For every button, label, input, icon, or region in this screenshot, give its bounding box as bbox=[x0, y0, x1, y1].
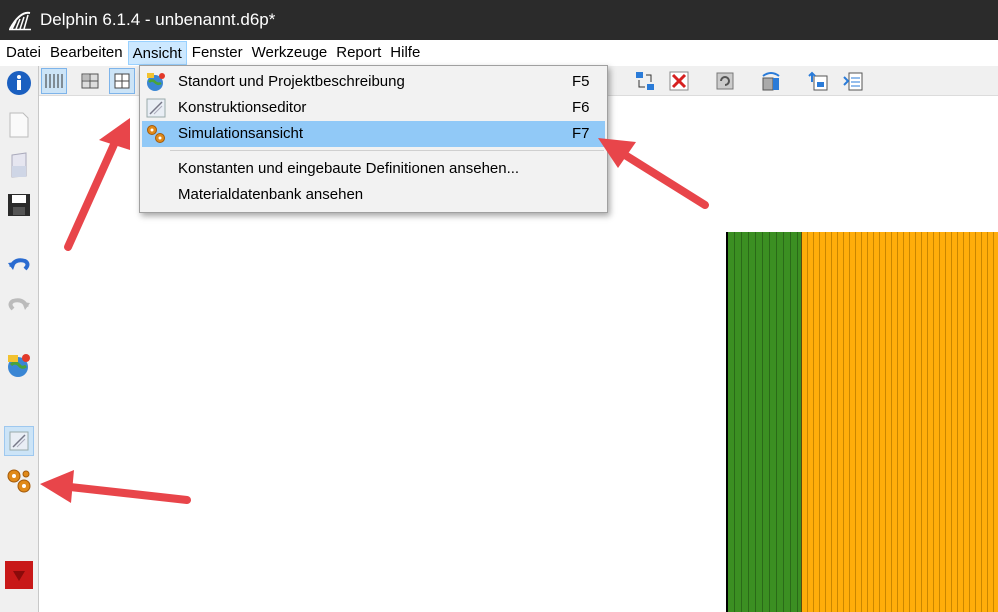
gears-icon bbox=[147, 125, 165, 143]
menu-item-label: Simulationsansicht bbox=[178, 125, 304, 142]
delphin-logo-icon bbox=[8, 9, 32, 31]
redo-icon[interactable] bbox=[4, 290, 34, 320]
stop-icon[interactable] bbox=[4, 560, 34, 590]
menu-item-construction-editor[interactable]: Konstruktionseditor F6 bbox=[142, 95, 605, 121]
info-icon[interactable] bbox=[4, 68, 34, 98]
save-icon[interactable] bbox=[4, 190, 34, 220]
material-layer-orange[interactable] bbox=[801, 232, 998, 612]
construction-editor-icon[interactable] bbox=[4, 426, 34, 456]
menu-item-simulation-view[interactable]: Simulationsansicht F7 bbox=[142, 121, 605, 147]
construction-editor-icon bbox=[146, 98, 166, 118]
menu-datei[interactable]: Datei bbox=[2, 41, 45, 65]
globe-location-icon bbox=[147, 73, 165, 91]
undo-icon[interactable] bbox=[4, 250, 34, 280]
grid-lines-icon[interactable] bbox=[41, 68, 67, 94]
shortcut-label: F6 bbox=[572, 99, 590, 116]
menu-ansicht[interactable]: Ansicht bbox=[127, 41, 187, 65]
menu-werkzeuge[interactable]: Werkzeuge bbox=[248, 41, 332, 65]
new-file-icon[interactable] bbox=[4, 110, 34, 140]
material-assign-icon[interactable] bbox=[758, 68, 784, 94]
export-icon[interactable] bbox=[806, 68, 832, 94]
refresh-icon[interactable] bbox=[712, 68, 738, 94]
shortcut-label: F7 bbox=[572, 125, 590, 142]
menu-item-label: Materialdatenbank ansehen bbox=[178, 186, 364, 203]
menu-item-location-description[interactable]: Standort und Projektbeschreibung F5 bbox=[142, 69, 605, 95]
menu-bearbeiten[interactable]: Bearbeiten bbox=[46, 41, 127, 65]
menu-item-label: Konstruktionseditor bbox=[178, 99, 307, 116]
open-file-icon[interactable] bbox=[4, 150, 34, 180]
view-menu-dropdown: Standort und Projektbeschreibung F5 Kons… bbox=[139, 65, 608, 213]
menu-fenster[interactable]: Fenster bbox=[188, 41, 247, 65]
menu-hilfe[interactable]: Hilfe bbox=[386, 41, 424, 65]
grid-cells-icon[interactable] bbox=[77, 68, 103, 94]
menu-bar: Datei Bearbeiten Ansicht Fenster Werkzeu… bbox=[0, 40, 998, 66]
assign-grid-icon[interactable] bbox=[632, 68, 658, 94]
construction-view[interactable] bbox=[726, 232, 998, 612]
simulation-gears-icon[interactable] bbox=[4, 466, 34, 496]
menu-item-material-database[interactable]: Materialdatenbank ansehen bbox=[142, 182, 605, 208]
location-globe-icon[interactable] bbox=[4, 350, 34, 380]
menu-report[interactable]: Report bbox=[332, 41, 385, 65]
grid-frame-icon[interactable] bbox=[109, 68, 135, 94]
title-bar: Delphin 6.1.4 - unbenannt.d6p* bbox=[0, 0, 998, 40]
menu-separator bbox=[170, 150, 604, 151]
window-title: Delphin 6.1.4 - unbenannt.d6p* bbox=[40, 10, 276, 29]
shortcut-label: F5 bbox=[572, 73, 590, 90]
menu-item-label: Konstanten und eingebaute Definitionen a… bbox=[178, 160, 520, 177]
left-toolbar bbox=[0, 66, 39, 612]
delete-icon[interactable] bbox=[666, 68, 692, 94]
table-view-icon[interactable] bbox=[840, 68, 866, 94]
menu-item-constants-definitions[interactable]: Konstanten und eingebaute Definitionen a… bbox=[142, 156, 605, 182]
material-layer-green[interactable] bbox=[728, 232, 801, 612]
menu-item-label: Standort und Projektbeschreibung bbox=[178, 73, 405, 90]
